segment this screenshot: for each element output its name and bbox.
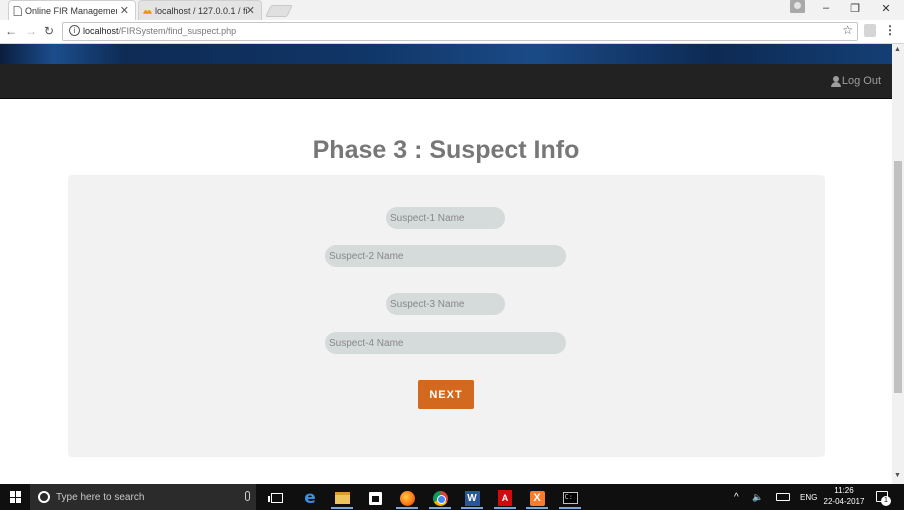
header-banner-image xyxy=(0,44,892,64)
keyboard-icon[interactable] xyxy=(776,484,790,510)
url-host: localhost xyxy=(83,26,119,36)
page-title: Phase 3 : Suspect Info xyxy=(312,136,580,164)
forward-icon[interactable]: → xyxy=(24,24,38,38)
tab-close-icon[interactable]: ✕ xyxy=(120,4,129,17)
url-path: /FIRSystem/find_suspect.php xyxy=(118,26,237,36)
logout-link[interactable]: Log Out xyxy=(830,75,881,87)
extension-icon[interactable] xyxy=(864,24,876,37)
reload-icon[interactable]: ↻ xyxy=(42,24,56,38)
browser-menu-icon[interactable]: ⋮ xyxy=(884,23,896,37)
page-scrollbar[interactable]: ▲ ▼ xyxy=(892,44,904,484)
language-indicator[interactable]: ENG xyxy=(800,484,817,510)
restore-icon[interactable]: ❐ xyxy=(847,2,863,15)
logout-label: Log Out xyxy=(841,75,881,87)
file-explorer-icon[interactable] xyxy=(327,487,357,509)
new-tab-button[interactable] xyxy=(265,5,293,17)
suspect-form-panel: Suspect-1 Name Suspect-2 Name Suspect-3 … xyxy=(68,175,825,457)
cortana-icon xyxy=(38,491,50,503)
suspect-2-name-input[interactable]: Suspect-2 Name xyxy=(325,245,566,267)
scroll-thumb[interactable] xyxy=(894,161,902,393)
scroll-up-arrow-icon[interactable]: ▲ xyxy=(894,46,901,53)
suspect-4-name-input[interactable]: Suspect-4 Name xyxy=(325,332,566,354)
xampp-icon[interactable]: X xyxy=(522,487,552,509)
info-icon[interactable]: i xyxy=(69,25,80,36)
firefox-icon[interactable] xyxy=(392,487,422,509)
tray-chevron-icon[interactable]: ^ xyxy=(734,484,739,510)
acrobat-icon[interactable]: A xyxy=(490,487,520,509)
phpmyadmin-icon xyxy=(143,10,152,14)
store-icon[interactable] xyxy=(360,487,390,509)
search-placeholder: Type here to search xyxy=(56,491,145,503)
scroll-down-arrow-icon[interactable]: ▼ xyxy=(894,472,901,479)
clock-time: 11:26 xyxy=(834,486,854,495)
microphone-icon[interactable] xyxy=(245,491,250,501)
back-icon[interactable]: ← xyxy=(4,24,18,38)
user-icon xyxy=(830,75,841,87)
clock-date: 22-04-2017 xyxy=(823,497,865,506)
tab-phpmyadmin[interactable]: localhost / 127.0.0.1 / fir ✕ xyxy=(138,0,262,20)
address-bar[interactable]: i localhost/FIRSystem/find_suspect.php ☆ xyxy=(62,22,858,41)
windows-start-icon[interactable] xyxy=(10,491,22,503)
tab-title: localhost / 127.0.0.1 / fir xyxy=(155,5,247,16)
task-view-icon[interactable] xyxy=(262,487,292,509)
tab-online-fir-management[interactable]: Online FIR Management ✕ xyxy=(8,0,136,20)
suspect-1-name-input[interactable]: Suspect-1 Name xyxy=(386,207,505,229)
url-text[interactable]: localhost/FIRSystem/find_suspect.php xyxy=(83,26,236,36)
profile-icon[interactable] xyxy=(790,0,805,13)
bookmark-star-icon[interactable]: ☆ xyxy=(842,23,853,37)
next-button[interactable]: NEXT xyxy=(418,380,474,409)
tab-close-icon[interactable]: ✕ xyxy=(246,4,255,17)
system-clock[interactable]: 11:26 22-04-2017 xyxy=(818,485,870,507)
page-icon xyxy=(13,6,22,16)
windows-taskbar: Type here to search e W A X C: ^ 🔈 ENG 1… xyxy=(0,484,904,510)
volume-icon[interactable]: 🔈 xyxy=(752,484,763,510)
edge-icon[interactable]: e xyxy=(295,487,325,509)
browser-toolbar: ← → ↻ i localhost/FIRSystem/find_suspect… xyxy=(0,20,904,44)
site-navbar: Log Out xyxy=(0,64,892,99)
notification-count-badge: 1 xyxy=(881,496,891,506)
command-prompt-icon[interactable]: C: xyxy=(555,487,585,509)
tab-title: Online FIR Management xyxy=(25,5,117,16)
minimize-icon[interactable]: – xyxy=(818,2,834,14)
word-icon[interactable]: W xyxy=(457,487,487,509)
taskbar-search-box[interactable]: Type here to search xyxy=(30,484,256,510)
page-viewport: Log Out Phase 3 : Suspect Info Suspect-1… xyxy=(0,44,892,484)
suspect-3-name-input[interactable]: Suspect-3 Name xyxy=(386,293,505,315)
window-close-icon[interactable]: ✕ xyxy=(878,2,894,15)
browser-tab-strip: Online FIR Management ✕ localhost / 127.… xyxy=(0,0,904,20)
chrome-icon[interactable] xyxy=(425,487,455,509)
